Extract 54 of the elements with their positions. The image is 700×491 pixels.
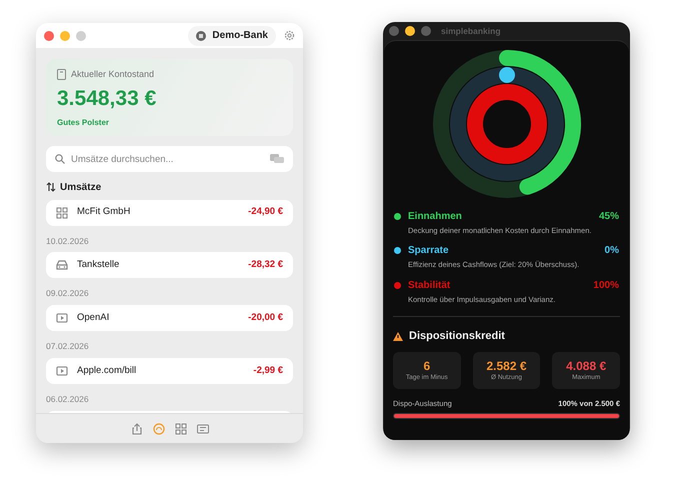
stat-value: 2.582 € xyxy=(486,360,527,372)
zoom-button[interactable] xyxy=(76,30,86,40)
balance-status: Gutes Polster xyxy=(57,116,110,128)
stat-value: 4.088 € xyxy=(566,360,606,372)
search-icon xyxy=(55,154,65,164)
metric-value: 45% xyxy=(598,210,619,224)
grid-icon xyxy=(56,206,68,218)
transaction-amount: -2,99 € xyxy=(253,364,283,378)
transaction-amount: -24,90 € xyxy=(248,205,283,220)
balance-label: Aktueller Kontostand xyxy=(71,68,154,81)
transaction-amount: -28,32 € xyxy=(248,258,283,272)
play-icon xyxy=(56,364,68,377)
metric-value: 100% xyxy=(593,278,619,292)
date-label: 07.02.2026 xyxy=(46,340,90,353)
chat-bubbles-icon[interactable] xyxy=(270,154,284,164)
date-label: 09.02.2026 xyxy=(46,287,90,300)
clipboard-icon xyxy=(57,69,66,80)
transaction-name: McFit GmbH xyxy=(77,205,132,220)
metric-value: 0% xyxy=(604,244,619,258)
zoom-button[interactable] xyxy=(421,26,431,36)
account-button[interactable]: Demo-Bank xyxy=(188,26,276,46)
transaction-name: Apple.com/bill xyxy=(77,364,138,378)
warning-icon xyxy=(393,332,403,340)
car-icon xyxy=(56,259,68,272)
list-icon[interactable] xyxy=(196,422,208,434)
share-icon[interactable] xyxy=(130,422,142,434)
transaction-name: OpenAI xyxy=(77,310,110,325)
balance-amount: 3.548,33 € xyxy=(57,88,158,108)
metric-name: Einnahmen xyxy=(408,210,463,224)
minimize-button[interactable] xyxy=(405,26,415,36)
metric-name: Stabilität xyxy=(408,278,452,292)
transaction-row[interactable]: OpenAI -20,00 € xyxy=(46,305,293,331)
sort-icon xyxy=(46,182,56,192)
play-icon xyxy=(56,312,68,324)
date-label: 10.02.2026 xyxy=(46,234,90,248)
section-title: Dispositionskredit xyxy=(409,328,505,344)
grid-icon[interactable] xyxy=(174,422,186,434)
bank-icon xyxy=(196,30,206,40)
metric-name: Sparrate xyxy=(408,244,450,258)
transaction-row[interactable]: McFit GmbH -24,90 € xyxy=(46,200,293,226)
close-button[interactable] xyxy=(44,30,54,40)
date-label: 06.02.2026 xyxy=(46,392,90,406)
close-button[interactable] xyxy=(389,26,399,36)
window-title: simplebanking xyxy=(441,24,501,38)
transaction-name: Tankstelle xyxy=(77,258,120,272)
search-field[interactable]: Umsätze durchsuchen... xyxy=(46,146,293,172)
section-title: Umsätze xyxy=(60,180,102,194)
stat-value: 6 xyxy=(423,360,430,372)
transaction-amount: -20,00 € xyxy=(248,310,283,325)
gauge-icon[interactable] xyxy=(152,422,164,434)
transaction-row[interactable]: Tankstelle -28,32 € xyxy=(46,252,293,278)
settings-icon[interactable] xyxy=(284,30,295,41)
transaction-row[interactable]: Apple.com/bill -2,99 € xyxy=(46,358,293,384)
ring-start-dot xyxy=(498,67,514,83)
